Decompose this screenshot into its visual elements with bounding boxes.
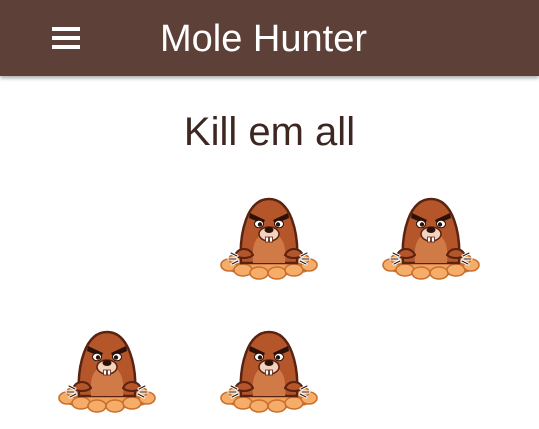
mole-target[interactable] (217, 326, 321, 418)
mole-target[interactable] (55, 326, 159, 418)
mole-target[interactable] (379, 193, 483, 285)
hamburger-menu-icon (52, 27, 80, 49)
angry-mole-icon (379, 193, 483, 285)
angry-mole-icon (55, 326, 159, 418)
mole-target[interactable] (217, 193, 321, 285)
menu-button[interactable] (40, 14, 92, 62)
angry-mole-icon (217, 326, 321, 418)
app-bar: Mole Hunter (0, 0, 539, 76)
angry-mole-icon (217, 193, 321, 285)
app-title: Mole Hunter (160, 18, 367, 60)
game-instruction: Kill em all (183, 110, 356, 154)
